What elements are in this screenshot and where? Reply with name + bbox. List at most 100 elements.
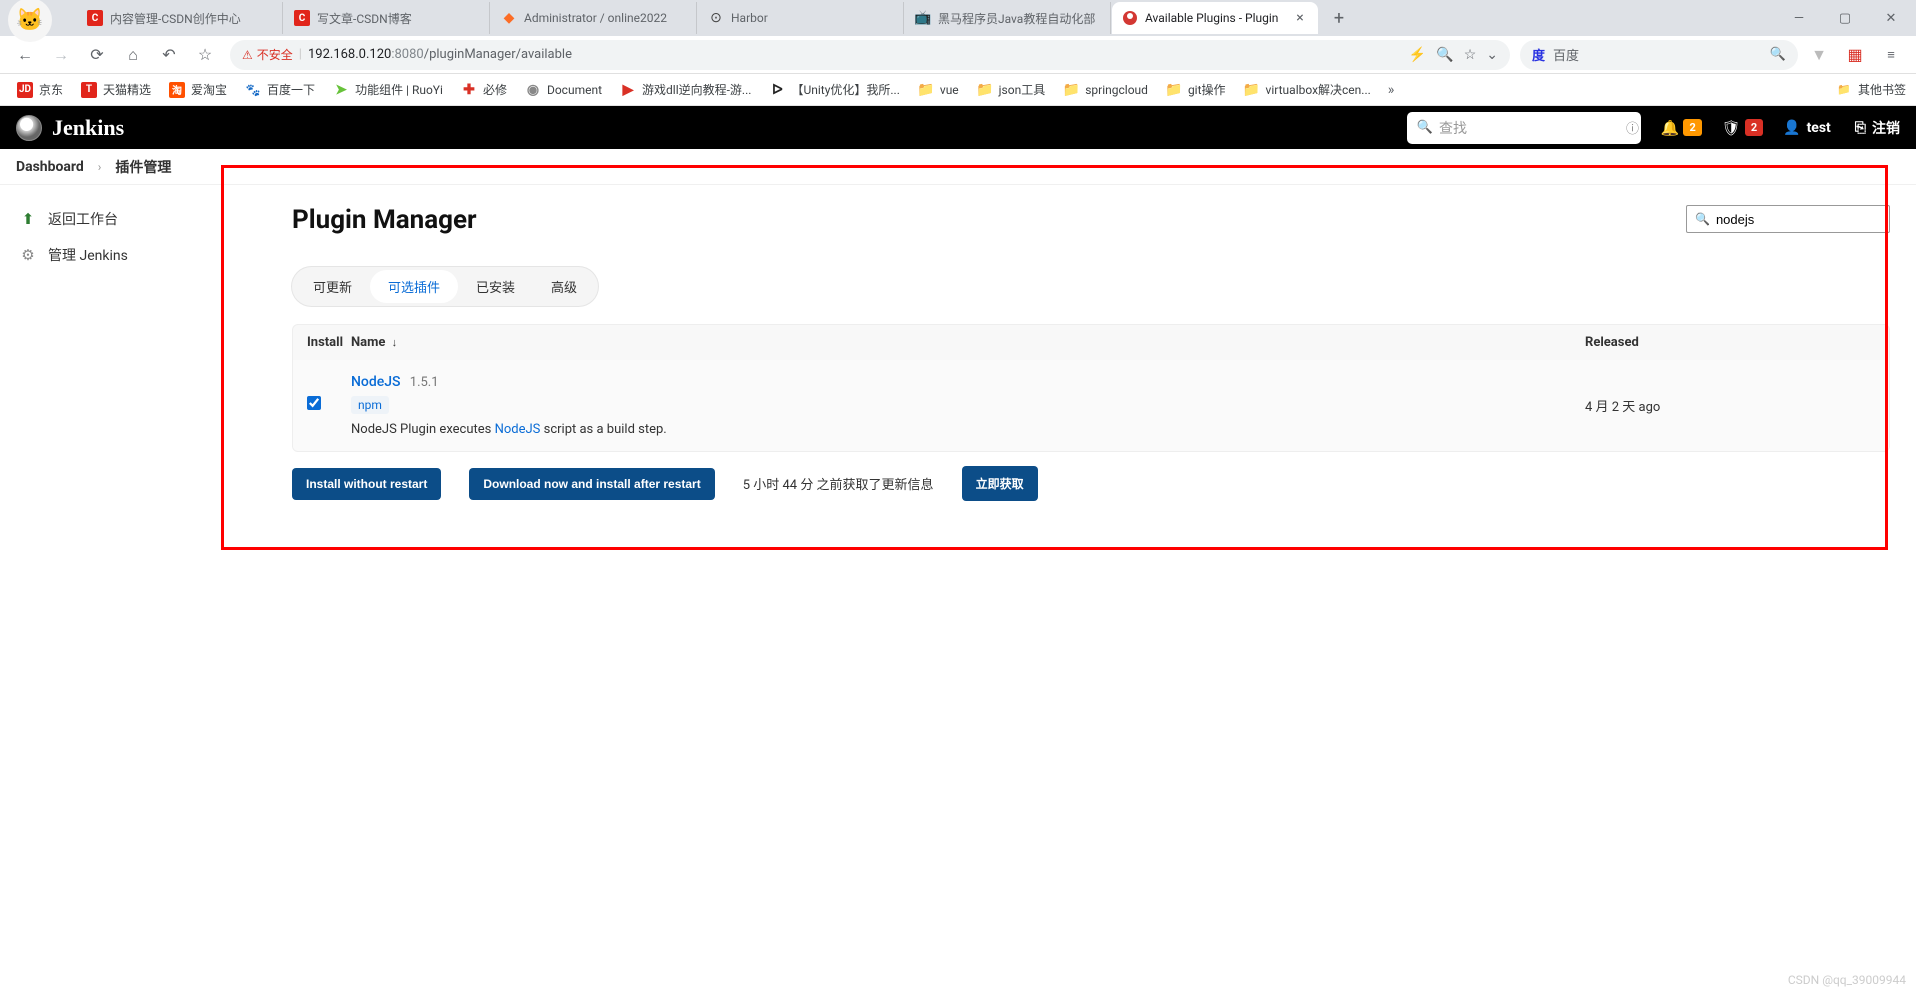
update-info-text: 5 小时 44 分 之前获取了更新信息	[743, 474, 934, 493]
bookmarks-overflow-icon[interactable]: »	[1382, 82, 1401, 98]
tab-title: Available Plugins - Plugin	[1145, 11, 1285, 25]
bookmark-item[interactable]: 🐾百度一下	[238, 78, 322, 101]
sidebar-item-back-to-dashboard[interactable]: ⬆ 返回工作台	[8, 201, 260, 237]
bookmark-item[interactable]: T天猫精选	[74, 78, 158, 101]
bookmark-label: 百度一下	[267, 81, 315, 98]
bookmark-item[interactable]: 📁springcloud	[1056, 79, 1155, 101]
bookmark-item[interactable]: JD京东	[10, 78, 70, 101]
profile-avatar[interactable]: 🐱	[8, 0, 52, 42]
help-icon[interactable]: ⓘ	[1626, 118, 1639, 137]
bookmark-item[interactable]: 📁 git操作	[1159, 78, 1233, 101]
sidebar-item-label: 管理 Jenkins	[48, 245, 128, 265]
plugin-filter-box[interactable]: 🔍	[1686, 205, 1890, 233]
bookmark-label: git操作	[1188, 81, 1226, 98]
bookmark-favicon: 📁	[1166, 82, 1182, 98]
tab-title: 内容管理-CSDN创作中心	[110, 10, 272, 27]
tab-title: Administrator / online2022	[524, 11, 686, 25]
bookmark-favicon: 📁	[1244, 82, 1260, 98]
undo-nav-button[interactable]: ↶	[154, 40, 184, 70]
col-header-name[interactable]: Name ↓	[351, 335, 1585, 350]
bookmark-label: 功能组件 | RuoYi	[355, 81, 443, 98]
tab-available[interactable]: 可选插件	[370, 270, 458, 303]
notifications-badge: 2	[1683, 119, 1701, 136]
jenkins-search-box[interactable]: 🔍 ⓘ	[1407, 112, 1641, 144]
bookmark-star-icon[interactable]: ☆	[1464, 47, 1477, 63]
browser-tab-3[interactable]: ⊙ Harbor	[698, 2, 904, 34]
download-install-restart-button[interactable]: Download now and install after restart	[469, 468, 714, 500]
tab-title: 黑马程序员Java教程自动化部	[938, 10, 1100, 27]
browser-menu-button[interactable]: ≡	[1876, 40, 1906, 70]
bookmark-item[interactable]: 📁 virtualbox解决cen...	[1237, 78, 1378, 101]
minimize-button[interactable]: —	[1782, 4, 1816, 32]
notifications-button[interactable]: 🔔 2	[1661, 119, 1702, 137]
reload-button[interactable]: ⟳	[82, 40, 112, 70]
bookmark-label: json工具	[999, 81, 1046, 98]
bookmark-item[interactable]: ᐅ【Unity优化】我所...	[762, 78, 906, 101]
plugin-filter-input[interactable]	[1716, 212, 1892, 227]
folder-icon: 📁	[1836, 82, 1852, 98]
bookmark-item[interactable]: ▶游戏dll逆向教程-游...	[613, 78, 758, 101]
bookmark-item[interactable]: ◉ Document	[518, 79, 609, 101]
browser-search-box[interactable]: 度 百度 🔍	[1520, 40, 1798, 70]
tab-advanced[interactable]: 高级	[533, 270, 595, 303]
close-window-button[interactable]: ✕	[1874, 4, 1908, 32]
close-tab-icon[interactable]: ×	[1292, 10, 1308, 26]
plugin-description: NodeJS Plugin executes NodeJS script as …	[351, 422, 1585, 437]
bookmark-label: virtualbox解决cen...	[1266, 81, 1371, 98]
bookmark-item[interactable]: ➤功能组件 | RuoYi	[326, 78, 450, 101]
plugin-install-checkbox[interactable]	[307, 396, 321, 410]
bookmark-label: Document	[547, 83, 602, 97]
browser-tab-2[interactable]: ◆ Administrator / online2022	[491, 2, 697, 34]
browser-tab-4[interactable]: 📺 黑马程序员Java教程自动化部	[905, 2, 1111, 34]
pdf-extension-icon[interactable]: ▦	[1840, 40, 1870, 70]
bookmark-label: vue	[940, 83, 959, 97]
jenkins-header: Jenkins 🔍 ⓘ 🔔 2 🛡 2 👤 test ⎘ 注销	[0, 106, 1916, 149]
bookmark-item[interactable]: 📁json工具	[970, 78, 1053, 101]
sidebar-item-manage-jenkins[interactable]: ⚙ 管理 Jenkins	[8, 237, 260, 273]
table-row: NodeJS 1.5.1 npm NodeJS Plugin executes …	[293, 360, 1889, 451]
alerts-button[interactable]: 🛡 2	[1722, 119, 1763, 137]
bookmark-favicon: ◉	[525, 82, 541, 98]
bilibili-favicon: 📺	[915, 10, 931, 26]
new-tab-button[interactable]: +	[1325, 4, 1353, 32]
jenkins-logo[interactable]: Jenkins	[16, 115, 124, 141]
browser-tab-5[interactable]: Available Plugins - Plugin ×	[1112, 2, 1318, 34]
install-without-restart-button[interactable]: Install without restart	[292, 468, 441, 500]
bookmark-favicon: ᐅ	[769, 82, 785, 98]
maximize-button[interactable]: ▢	[1828, 4, 1862, 32]
extensions-v-icon[interactable]: ▼	[1804, 40, 1834, 70]
tab-updates[interactable]: 可更新	[295, 270, 370, 303]
chevron-down-icon[interactable]: ⌄	[1486, 47, 1498, 63]
bookmark-label: 必修	[483, 81, 507, 98]
breadcrumb-dashboard[interactable]: Dashboard	[16, 159, 84, 175]
logout-button[interactable]: ⎘ 注销	[1855, 118, 1900, 138]
home-button[interactable]: ⌂	[118, 40, 148, 70]
plugin-released: 4 月 2 天 ago	[1585, 374, 1875, 437]
user-menu[interactable]: 👤 test	[1783, 120, 1831, 136]
csdn-favicon: C	[294, 10, 310, 26]
tab-installed[interactable]: 已安装	[458, 270, 533, 303]
zoom-icon[interactable]: 🔍	[1436, 47, 1453, 63]
bookmark-item[interactable]: 淘爱淘宝	[162, 78, 234, 101]
flash-icon[interactable]: ⚡	[1409, 47, 1426, 63]
browser-tab-0[interactable]: C 内容管理-CSDN创作中心	[77, 2, 283, 34]
star-button[interactable]: ☆	[190, 40, 220, 70]
bookmark-item[interactable]: 📁vue	[911, 79, 966, 101]
bookmark-item[interactable]: ✚必修	[454, 78, 514, 101]
browser-tab-1[interactable]: C 写文章-CSDN博客	[284, 2, 490, 34]
plugin-desc-link[interactable]: NodeJS	[495, 422, 541, 437]
jenkins-search-input[interactable]	[1439, 120, 1620, 136]
plugin-tag[interactable]: npm	[351, 396, 389, 414]
bookmark-favicon: ▶	[620, 82, 636, 98]
back-button[interactable]: ←	[10, 40, 40, 70]
plugin-name-link[interactable]: NodeJS	[351, 374, 401, 390]
search-icon: 🔍	[1417, 120, 1433, 135]
address-bar[interactable]: ⚠ 不安全 | 192.168.0.120:8080/pluginManager…	[230, 40, 1510, 70]
url-text: 192.168.0.120:8080/pluginManager/availab…	[308, 47, 572, 62]
other-bookmarks[interactable]: 📁其他书签	[1836, 81, 1906, 98]
fetch-now-button[interactable]: 立即获取	[962, 466, 1038, 501]
breadcrumb-current[interactable]: 插件管理	[115, 157, 171, 177]
gear-icon: ⚙	[18, 246, 38, 264]
search-icon[interactable]: 🔍	[1770, 47, 1786, 62]
forward-button[interactable]: →	[46, 40, 76, 70]
